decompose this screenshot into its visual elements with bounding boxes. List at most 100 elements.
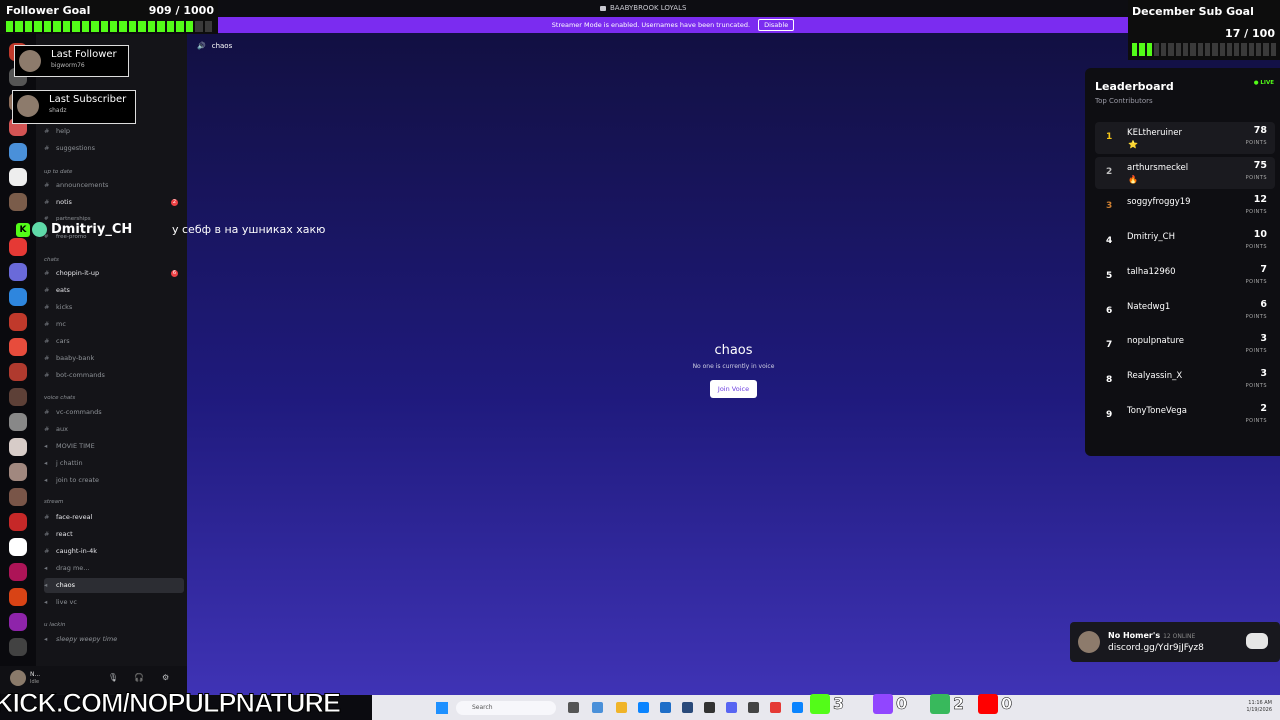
channel-bot-commands[interactable]: # bot-commands [44,368,184,383]
channel-notis[interactable]: # notis 2 [44,195,184,210]
microphone-icon[interactable]: 🎙 [108,673,118,682]
channel-movie-time[interactable]: ◂ MOVIE TIME [44,439,184,454]
discord-icon[interactable] [726,702,737,713]
channel-vc-commands[interactable]: # vc-commands [44,405,184,420]
channel-drag-me[interactable]: ◂ drag me... [44,561,184,576]
avatar[interactable] [10,670,26,686]
leaderboard-rank: 4 [1106,236,1113,247]
progress-segment [157,21,165,32]
hash-icon: # [44,547,50,555]
leaderboard-points: 2 [1260,402,1267,414]
follower-goal-progress [6,21,212,32]
leaderboard-emoji: ⭐ [1128,140,1138,149]
channel-cars[interactable]: # cars [44,334,184,349]
edge-icon[interactable] [638,702,649,713]
leaderboard-rank: 3 [1106,201,1113,212]
last-subscriber-name: shadz [49,107,67,114]
server-icon[interactable] [9,513,27,531]
disable-streamer-mode-button[interactable]: Disable [758,19,795,31]
category-chats[interactable]: chats [44,257,59,263]
server-icon[interactable] [9,563,27,581]
app-icon[interactable] [792,702,803,713]
channel-help[interactable]: # help [44,124,184,139]
steam-icon[interactable] [704,702,715,713]
channel-kicks[interactable]: # kicks [44,300,184,315]
hash-icon: # [44,337,50,345]
server-icon[interactable] [9,263,27,281]
channel-j-chattin[interactable]: ◂ j chattin [44,456,184,471]
app-icon[interactable] [748,702,759,713]
chrome-icon[interactable] [770,702,781,713]
avatar [1078,631,1100,653]
kick-channel-url: KICK.COM/NOPULPNATURE [0,688,342,719]
server-icon[interactable] [9,588,27,606]
channel-announcements[interactable]: # announcements [44,178,184,193]
sub-goal-count: 17 / 100 [1225,27,1275,40]
leaderboard-row: 7 nopulpnature 3 POINTS [1095,330,1275,362]
channel-aux[interactable]: # aux [44,422,184,437]
progress-segment [1146,43,1152,56]
progress-segment [15,21,23,32]
leaderboard-points-label: POINTS [1245,417,1267,424]
server-icon[interactable] [9,143,27,161]
category-u-lackin[interactable]: u lackin [44,622,65,628]
channel-suggestions[interactable]: # suggestions [44,141,184,156]
headphones-icon[interactable]: 🎧 [134,673,144,682]
server-icon[interactable] [9,413,27,431]
hash-icon: # [44,513,50,521]
live-indicator: ● LIVE [1253,80,1274,86]
channel-chaos[interactable]: ◂ chaos [44,578,184,593]
channel-choppin-it-up[interactable]: # choppin-it-up 6 [44,266,184,281]
server-icon[interactable] [9,438,27,456]
server-icon[interactable] [9,288,27,306]
server-icon[interactable] [9,363,27,381]
server-icon[interactable] [9,488,27,506]
server-icon[interactable] [9,538,27,556]
category-voice-chats[interactable]: voice chats [44,395,75,401]
progress-segment [128,21,137,32]
leaderboard-rank: 2 [1106,166,1113,177]
category-up-to-date[interactable]: up to date [44,169,72,175]
user-status: Idle [30,679,40,685]
progress-segment [24,21,33,32]
windows-start-icon[interactable] [436,702,448,714]
server-icon[interactable] [9,193,27,211]
server-icon[interactable] [9,338,27,356]
progress-segment [6,21,14,32]
system-clock[interactable]: 11:16 AM 1/19/2026 [1246,700,1272,714]
channel-sleepy-weepy-time[interactable]: ◂ sleepy weepy time [44,632,184,647]
channel-caught-in-4k[interactable]: # caught-in-4k [44,544,184,559]
server-icon[interactable] [9,638,27,656]
channel-live-vc[interactable]: ◂ live vc [44,595,184,610]
taskview-icon[interactable] [568,702,579,713]
hash-icon: # [44,144,50,152]
leaderboard-points: 75 [1253,159,1267,171]
server-icon[interactable] [9,613,27,631]
taskbar-search[interactable]: Search [456,701,556,715]
channel-react[interactable]: # react [44,527,184,542]
channel-join-to-create[interactable]: ◂ join to create [44,473,184,488]
join-voice-button[interactable]: Join Voice [709,380,758,398]
app-icon[interactable] [682,702,693,713]
server-icon[interactable] [9,238,27,256]
app-icon[interactable] [660,702,671,713]
leaderboard-row: 9 TonyToneVega 2 POINTS [1095,400,1275,432]
leaderboard-points-label: POINTS [1245,278,1267,285]
app-icon[interactable] [592,702,603,713]
server-icon[interactable] [9,388,27,406]
server-icon[interactable] [9,168,27,186]
server-icon[interactable] [9,313,27,331]
channel-mc[interactable]: # mc [44,317,184,332]
rumble-viewer-count: 2 [953,694,965,714]
progress-segment [176,21,184,32]
discord-invite-widget: No Homer's 12 ONLINE discord.gg/Ydr9jJFyz… [1070,622,1280,662]
gear-icon[interactable]: ⚙ [162,673,169,682]
last-subscriber-box: Last Subscriber shadz [12,90,136,124]
folder-icon[interactable] [616,702,627,713]
channel-face-reveal[interactable]: # face-reveal [44,510,184,525]
channel-eats[interactable]: # eats [44,283,184,298]
category-stream[interactable]: stream [44,499,63,505]
server-icon[interactable] [9,463,27,481]
channel-baaby-bank[interactable]: # baaby-bank [44,351,184,366]
leaderboard-points-label: POINTS [1245,209,1267,216]
